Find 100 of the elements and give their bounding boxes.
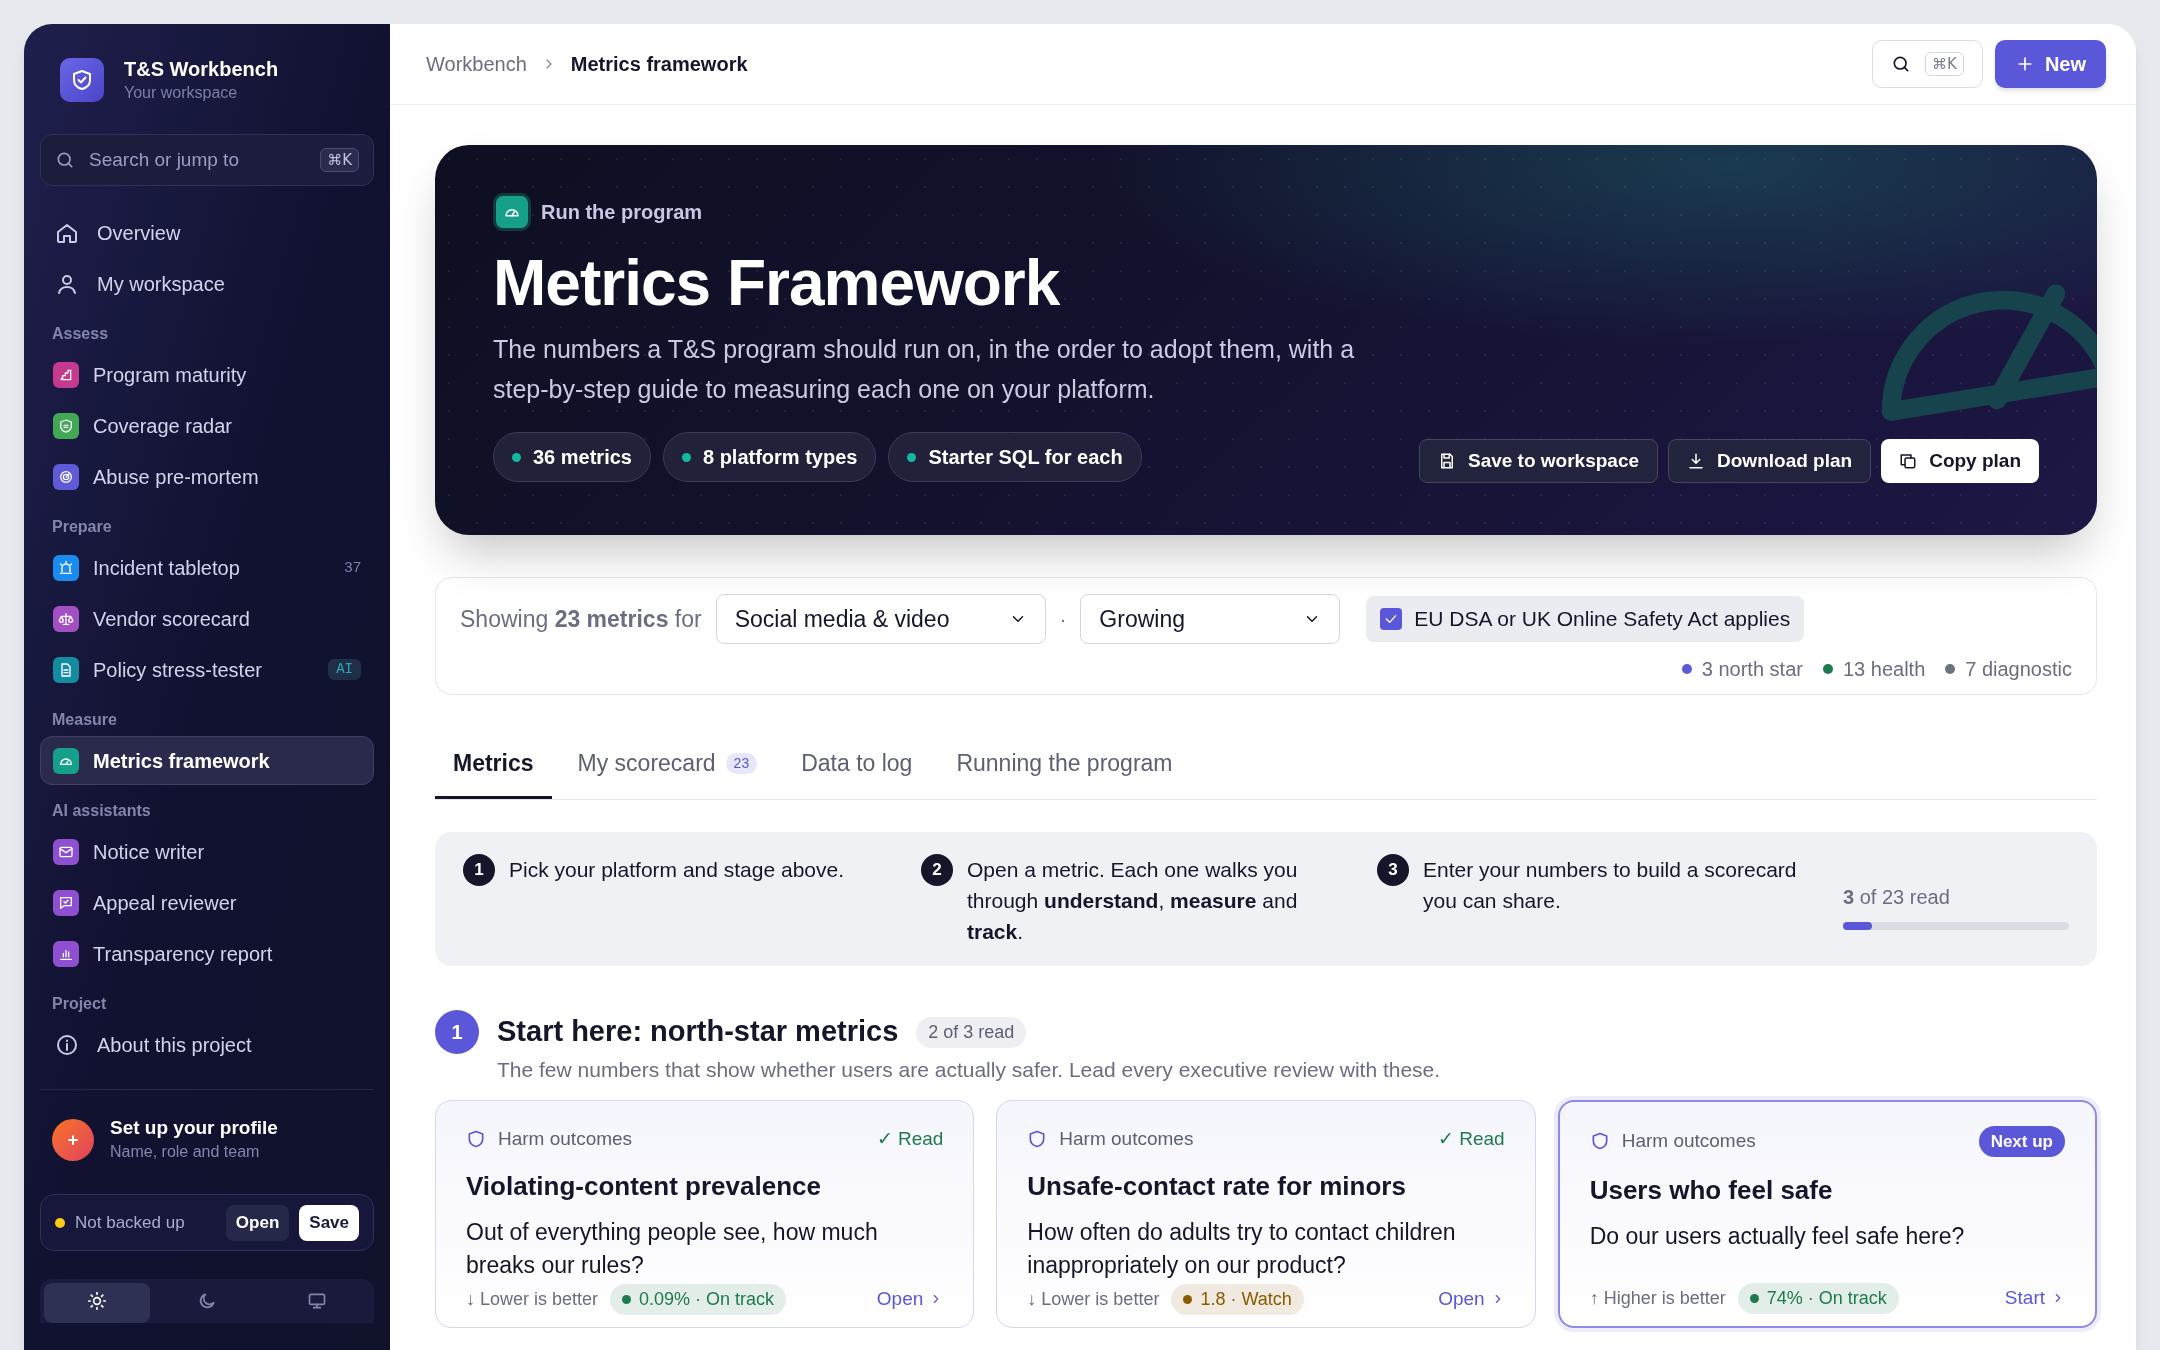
sidebar-item[interactable]: Incident tabletop 37 — [40, 543, 374, 592]
search-field[interactable]: Search or jump to ⌘K — [40, 134, 374, 186]
breadcrumb-link[interactable]: Workbench — [426, 49, 527, 79]
read-status: ✓ Read — [876, 1126, 944, 1151]
sidebar-item[interactable]: Abuse pre-mortem — [40, 452, 374, 501]
sidebar-item[interactable]: Coverage radar — [40, 401, 374, 450]
section-number: 1 — [435, 1010, 479, 1054]
card-question: How often do adults try to contact children inappropriately on our product? — [1027, 1218, 1457, 1280]
card-link[interactable]: Open — [876, 1284, 944, 1314]
read-count-badge: 2 of 3 read — [916, 1016, 1027, 1048]
sidebar-item[interactable]: Program maturity — [40, 350, 374, 399]
separator: · — [1059, 607, 1067, 632]
direction-label: ↓ Lower is better — [466, 1287, 599, 1311]
copy-icon — [1899, 452, 1918, 470]
hero-title: Metrics Framework — [493, 246, 1061, 321]
stat-chip: Starter SQL for each — [888, 432, 1142, 482]
section-label: Prepare — [51, 517, 113, 537]
category-label: Harm outcomes — [1621, 1129, 1757, 1153]
legend-label: 13 health — [1842, 657, 1926, 682]
count-badge: 23 — [725, 753, 758, 774]
sidebar-item[interactable]: Policy stress-tester AI — [40, 645, 374, 694]
item-count: 37 — [344, 557, 361, 578]
section-label: Measure — [51, 710, 118, 730]
sidebar-item[interactable]: My workspace — [40, 259, 374, 308]
tab[interactable]: Metrics — [435, 731, 552, 799]
avatar: + — [52, 1119, 94, 1161]
summary-text: Showing 23 metrics for — [460, 604, 702, 634]
category-label: Harm outcomes — [498, 1126, 634, 1151]
gauge-icon — [493, 193, 531, 231]
shortcut-key: ⌘K — [1925, 51, 1964, 77]
sidebar-item[interactable]: Vendor scorecard — [40, 594, 374, 643]
sidebar-item[interactable]: Metrics framework — [40, 736, 374, 785]
theme-toggle[interactable] — [44, 1283, 150, 1323]
card-question: Do our users actually feel safe here? — [1589, 1222, 1966, 1251]
card-link[interactable]: Start — [2004, 1283, 2065, 1313]
search-button[interactable]: ⌘K — [1872, 40, 1983, 88]
checkbox[interactable] — [1380, 608, 1403, 630]
profile-title: Set up your profile — [110, 1116, 278, 1140]
legend-label: 3 north star — [1701, 657, 1803, 682]
sidebar-item[interactable]: Notice writer — [40, 827, 374, 876]
open-button[interactable]: Open — [225, 1204, 290, 1241]
shortcut-key: ⌘K — [320, 147, 359, 173]
step-text: Pick your platform and stage above. — [509, 857, 845, 883]
category-label: Harm outcomes — [1059, 1126, 1195, 1151]
card-title: Unsafe-contact rate for minors — [1027, 1170, 1407, 1203]
section-label: Project — [51, 994, 108, 1014]
backup-status: Not backed up — [75, 1211, 186, 1234]
stage-select[interactable]: Growing — [1080, 594, 1341, 644]
card-link[interactable]: Open — [1438, 1284, 1505, 1314]
shield-icon — [466, 1128, 486, 1149]
shield-icon — [1027, 1128, 1048, 1149]
step-number: 2 — [921, 854, 953, 886]
brand-title: T&S Workbench — [124, 57, 279, 82]
sidebar-item[interactable]: Appeal reviewer — [40, 878, 374, 927]
card-title: Users who feel safe — [1589, 1174, 1834, 1207]
sidebar-item[interactable]: Transparency report — [40, 929, 374, 978]
section-title: Start here: north-star metrics — [497, 1014, 899, 1050]
tab[interactable]: Running the program — [938, 731, 1191, 799]
copy-button[interactable]: Copy plan — [1881, 439, 2039, 483]
profile-subtitle: Name, role and team — [110, 1142, 261, 1162]
search-placeholder: Search or jump to — [89, 147, 240, 172]
search-icon — [55, 150, 75, 170]
info-icon — [55, 1032, 79, 1057]
brand-subtitle: Your workspace — [124, 83, 239, 103]
progress-text: 3 of 23 read — [1843, 886, 1950, 908]
stat-chip: 8 platform types — [662, 432, 877, 482]
metric-card[interactable]: Harm outcomes ✓ Read Unsafe-contact rate for minors How often do adults try to contact children inappropriately on our product? ↓ Lower is better 1.8 · Watch Open — [996, 1099, 1536, 1328]
metric-card[interactable]: Harm outcomes ✓ Read Violating-content prevalence Out of everything people see, how much breaks our rules? ↓ Lower is better 0.09% · On track Open — [435, 1099, 975, 1328]
step-number: 1 — [463, 854, 495, 886]
platform-select[interactable]: Social media & video — [715, 594, 1046, 644]
section-label: Assess — [51, 324, 110, 344]
sidebar-item[interactable]: Overview — [40, 208, 374, 257]
direction-label: ↑ Higher is better — [1589, 1286, 1726, 1310]
save-button[interactable]: Save to workspace — [1418, 439, 1659, 483]
tab[interactable]: Data to log — [783, 731, 931, 799]
download-icon — [1687, 452, 1706, 470]
moon-icon — [197, 1291, 217, 1311]
status-pill: 0.09% · On track — [610, 1283, 787, 1315]
card-question: Out of everything people see, how much breaks our rules? — [466, 1218, 879, 1280]
step-text: Enter your numbers to build a scorecard you can share. — [1423, 857, 1798, 914]
ai-tag: AI — [328, 659, 361, 680]
save-button[interactable]: Save — [299, 1204, 359, 1241]
hero-description: The numbers a T&S program should run on, in the order to adopt them, with a step-by-step guide to measuring each one on your platform. — [493, 334, 1356, 405]
hero-eyebrow: Run the program — [541, 200, 703, 225]
direction-label: ↓ Lower is better — [1027, 1287, 1160, 1311]
section-subtitle: The few numbers that show whether users are actually safer. Lead every executive review with these. — [497, 1057, 1442, 1083]
tab[interactable]: My scorecard 23 — [559, 731, 776, 799]
section-label: AI assistants — [51, 801, 152, 821]
sidebar-item[interactable]: About this project — [40, 1020, 374, 1069]
read-status: ✓ Read — [1437, 1126, 1505, 1151]
card-title: Violating-content prevalence — [466, 1170, 822, 1203]
breadcrumb-link[interactable]: Metrics framework — [570, 49, 748, 79]
step-text: Open a metric. Each one walks you through understand, measure and track. — [967, 857, 1299, 945]
status-pill: 1.8 · Watch — [1171, 1283, 1304, 1315]
legend-label: 7 diagnostic — [1965, 657, 2072, 682]
sun-icon — [87, 1291, 107, 1311]
next-up-badge: Next up — [1978, 1125, 2065, 1157]
new-button[interactable]: New — [1994, 40, 2106, 88]
download-button[interactable]: Download plan — [1668, 439, 1872, 483]
checkbox-label[interactable]: EU DSA or UK Online Safety Act applies — [1366, 596, 1805, 642]
